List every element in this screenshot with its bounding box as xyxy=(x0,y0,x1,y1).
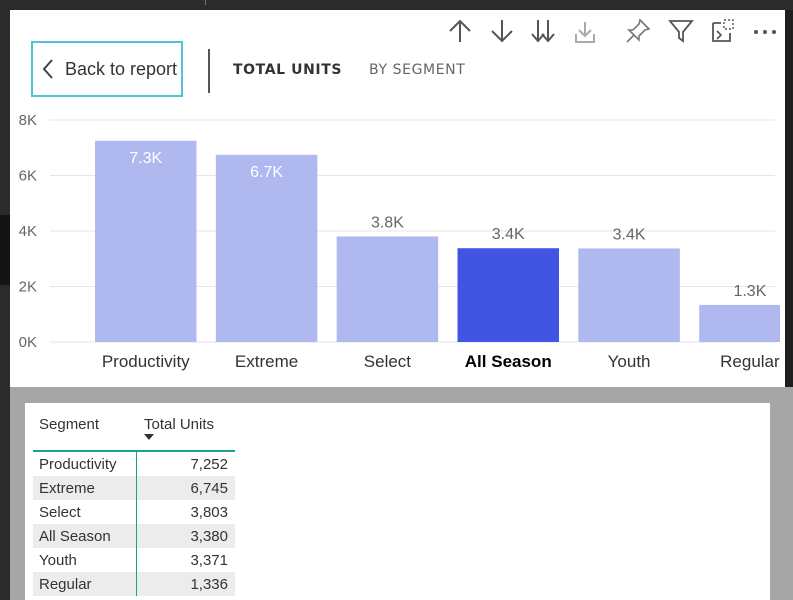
units-cell: 7,252 xyxy=(190,455,228,473)
units-cell: 3,803 xyxy=(190,503,228,521)
category-label: Regular xyxy=(720,352,780,371)
pin-icon[interactable] xyxy=(624,17,652,45)
bar[interactable] xyxy=(457,248,560,342)
table-row: All Season 3,380 xyxy=(33,524,235,548)
table-row: Extreme 6,745 xyxy=(33,476,235,500)
export-icon[interactable] xyxy=(709,17,737,45)
left-edge xyxy=(0,215,10,285)
units-cell: 3,371 xyxy=(190,551,228,569)
drill-down-icon[interactable] xyxy=(529,17,557,45)
top-strip xyxy=(0,0,793,10)
y-tick-label: 8K xyxy=(19,112,37,129)
y-tick-label: 4K xyxy=(19,223,37,240)
segment-cell: Regular xyxy=(33,572,137,596)
data-label: 1.3K xyxy=(733,283,766,300)
data-table: Segment Total Units Productivity 7,252 Ex… xyxy=(33,412,235,596)
units-cell: 6,745 xyxy=(190,479,228,497)
bar-chart: 0K 2K 4K 6K 8K 7.3K Productivity 6.7K Extreme 3.8… xyxy=(19,112,780,371)
data-label: 7.3K xyxy=(129,150,162,167)
segment-cell: Extreme xyxy=(33,476,137,500)
segment-cell: All Season xyxy=(33,524,137,548)
filter-icon[interactable] xyxy=(667,17,695,45)
data-label: 3.8K xyxy=(371,214,404,231)
category-label: Youth xyxy=(608,352,651,371)
chevron-left-icon xyxy=(42,59,53,79)
header-divider xyxy=(208,49,210,93)
divider-tick xyxy=(205,0,206,5)
table-header-row: Segment Total Units xyxy=(33,412,235,451)
more-options-icon[interactable] xyxy=(751,17,779,45)
tab-by-segment[interactable]: BY SEGMENT xyxy=(369,62,465,78)
units-cell: 3,380 xyxy=(190,527,228,545)
column-header-segment[interactable]: Segment xyxy=(33,412,136,451)
data-label: 3.4K xyxy=(613,226,646,243)
right-gray-edge xyxy=(785,387,793,600)
table-row: Select 3,803 xyxy=(33,500,235,524)
y-tick-label: 2K xyxy=(19,279,37,296)
back-label: Back to report xyxy=(65,58,178,79)
sort-ascending-icon[interactable] xyxy=(446,17,474,45)
column-header-label: Total Units xyxy=(144,416,215,433)
data-label: 3.4K xyxy=(492,226,525,243)
right-edge xyxy=(785,10,793,387)
column-header-total-units[interactable]: Total Units xyxy=(136,412,235,451)
category-label: Productivity xyxy=(102,352,190,371)
bar[interactable] xyxy=(95,140,197,342)
table-row: Productivity 7,252 xyxy=(33,451,235,476)
sort-descending-icon xyxy=(144,434,154,440)
category-label: Extreme xyxy=(235,352,298,371)
segment-cell: Youth xyxy=(33,548,137,572)
table-row: Regular 1,336 xyxy=(33,572,235,596)
segment-cell: Productivity xyxy=(33,451,137,476)
data-label: 6.7K xyxy=(250,164,283,181)
expand-hierarchy-icon[interactable] xyxy=(571,17,599,45)
category-label: All Season xyxy=(465,352,552,371)
table-row: Youth 3,371 xyxy=(33,548,235,572)
segment-cell: Select xyxy=(33,500,137,524)
bar[interactable] xyxy=(215,154,318,342)
y-tick-label: 6K xyxy=(19,168,37,185)
back-to-report-button[interactable]: Back to report xyxy=(31,41,183,97)
bar[interactable] xyxy=(578,248,680,342)
bar[interactable] xyxy=(699,304,780,342)
tab-total-units[interactable]: TOTAL UNITS xyxy=(233,62,342,78)
y-tick-label: 0K xyxy=(19,334,37,351)
bar[interactable] xyxy=(336,236,439,342)
category-label: Select xyxy=(364,352,412,371)
sort-descending-icon[interactable] xyxy=(488,17,516,45)
units-cell: 1,336 xyxy=(190,575,228,593)
